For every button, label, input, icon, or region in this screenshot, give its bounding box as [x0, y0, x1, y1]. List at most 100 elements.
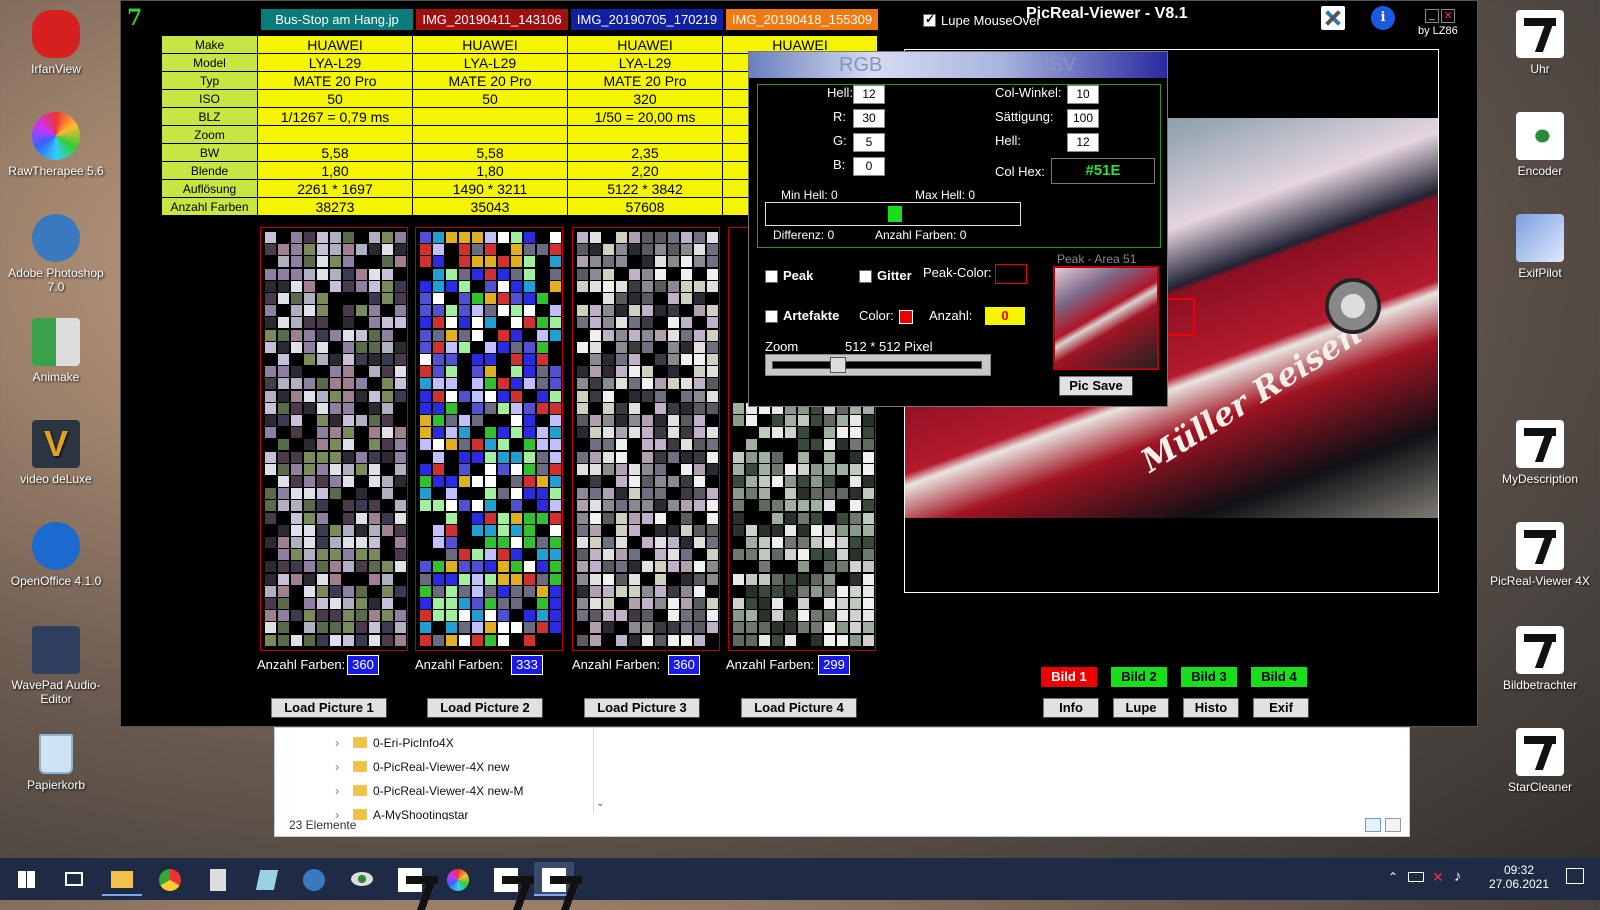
taskbar-chrome[interactable]	[150, 862, 190, 896]
taskbar-photoshop[interactable]	[294, 862, 334, 896]
desktop-icon-wavepad[interactable]: WavePad Audio-Editor	[6, 626, 106, 706]
bild-1-button[interactable]: Bild 1	[1041, 667, 1097, 687]
palette-swatch	[420, 476, 431, 487]
peak-color-label: Peak-Color:	[923, 265, 992, 280]
start-button[interactable]	[8, 862, 48, 896]
color-palette-3[interactable]	[572, 227, 720, 651]
palette-swatch	[590, 415, 601, 426]
zoom-slider-thumb[interactable]	[830, 357, 846, 373]
color-palette-2[interactable]	[415, 227, 563, 651]
histo-button[interactable]: Histo	[1183, 698, 1239, 718]
folder-item[interactable]: › 0-PicReal-Viewer-4X new	[335, 760, 510, 774]
palette-swatch	[330, 488, 341, 500]
taskbar-notes[interactable]	[246, 862, 286, 896]
bild-3-button[interactable]: Bild 3	[1181, 667, 1237, 687]
load-picture-1-button[interactable]: Load Picture 1	[271, 698, 387, 718]
gitter-checkbox[interactable]	[859, 270, 872, 283]
desktop-icon-photoshop[interactable]: Adobe Photoshop 7.0	[6, 214, 106, 294]
desktop-icon-exifpilot[interactable]: ExifPilot	[1490, 214, 1590, 280]
desktop-icon-mydescription[interactable]: MyDescription	[1490, 420, 1590, 486]
folder-icon	[111, 871, 133, 888]
bild-4-button[interactable]: Bild 4	[1251, 667, 1307, 687]
desktop-icon-openoffice[interactable]: OpenOffice 4.1.0	[6, 522, 106, 588]
palette-swatch	[420, 561, 431, 573]
load-picture-3-button[interactable]: Load Picture 3	[584, 698, 700, 718]
encoder-icon	[1516, 112, 1564, 160]
palette-swatch	[278, 378, 289, 390]
taskbar-picreal-1[interactable]	[390, 862, 438, 896]
network-disconnected-icon[interactable]: ✕	[1432, 869, 1444, 886]
palette-swatch	[472, 610, 483, 622]
battery-icon[interactable]	[1408, 872, 1424, 882]
info-icon[interactable]: i	[1371, 6, 1395, 30]
palette-swatch	[433, 439, 444, 451]
palette-swatch	[577, 537, 588, 548]
task-view-button[interactable]	[54, 862, 94, 896]
tiles-view-icon[interactable]	[1385, 818, 1401, 832]
palette-swatch	[485, 280, 496, 292]
palette-swatch	[655, 524, 666, 536]
palette-swatch	[472, 378, 483, 390]
artefakte-color-swatch[interactable]	[899, 310, 913, 324]
folder-item[interactable]: › 0-Eri-PicInfo4X	[335, 736, 454, 750]
info-button[interactable]: Info	[1043, 698, 1099, 718]
explorer-scrollbar[interactable]: ⌄	[593, 728, 605, 814]
palette-swatch	[278, 402, 289, 414]
zoom-slider[interactable]	[765, 354, 991, 376]
taskbar-explorer[interactable]	[102, 862, 142, 896]
palette-swatch	[707, 402, 718, 414]
bild-2-button[interactable]: Bild 2	[1111, 667, 1167, 687]
desktop-icon-papierkorb[interactable]: Papierkorb	[6, 734, 106, 792]
details-view-icon[interactable]	[1365, 818, 1381, 832]
palette-swatch	[420, 610, 431, 622]
palette-swatch	[863, 598, 874, 609]
desktop-icon-irfanview[interactable]: IrfanView	[6, 10, 106, 76]
artefakte-checkbox[interactable]	[765, 310, 778, 323]
palette-swatch	[278, 573, 289, 585]
palette-swatch	[694, 610, 705, 622]
palette-swatch	[577, 280, 588, 292]
desktop-icon-uhr[interactable]: Uhr	[1490, 10, 1590, 76]
taskbar-picreal-2[interactable]	[486, 862, 534, 896]
tab-img-20190705[interactable]: IMG_20190705_170219	[571, 9, 723, 30]
palette-swatch	[369, 439, 380, 451]
clock[interactable]: 09:32 27.06.2021	[1484, 863, 1554, 891]
taskbar-encoder[interactable]	[342, 862, 382, 896]
color-palette-1[interactable]	[260, 227, 408, 651]
tab-bus-stop[interactable]: Bus-Stop am Hang.jp	[261, 9, 413, 30]
desktop-icon-starcleaner[interactable]: StarCleaner	[1490, 728, 1590, 794]
tab-img-20190418[interactable]: IMG_20190418_155309	[726, 9, 878, 30]
palette-swatch	[668, 293, 679, 304]
desktop-icon-encoder[interactable]: Encoder	[1490, 112, 1590, 178]
load-picture-2-button[interactable]: Load Picture 2	[427, 698, 543, 718]
desktop-icon-rawtherapee[interactable]: RawTherapee 5.6	[6, 112, 106, 178]
palette-swatch	[278, 500, 289, 512]
volume-icon[interactable]: ♪	[1454, 868, 1462, 885]
peak-color-swatch[interactable]	[995, 264, 1027, 284]
tray-chevron-up-icon[interactable]: ⌃	[1388, 870, 1398, 884]
pic-save-button[interactable]: Pic Save	[1059, 376, 1133, 396]
folder-item[interactable]: › 0-PicReal-Viewer-4X new-M	[335, 784, 524, 798]
peak-checkbox[interactable]	[765, 270, 778, 283]
palette-swatch	[590, 378, 601, 390]
desktop-icon-animake[interactable]: Animake	[6, 318, 106, 384]
taskbar-picreal-active[interactable]	[534, 862, 582, 896]
notification-icon[interactable]	[1566, 868, 1584, 884]
palette-swatch	[577, 463, 588, 475]
palette-swatch	[265, 232, 276, 243]
load-picture-4-button[interactable]: Load Picture 4	[741, 698, 857, 718]
palette-swatch	[278, 549, 289, 561]
desktop-icon-picreal-viewer[interactable]: PicReal-Viewer 4X	[1490, 522, 1590, 588]
exif-button[interactable]: Exif	[1253, 698, 1309, 718]
desktop-icon-video-deluxe[interactable]: Vvideo deLuxe	[6, 420, 106, 486]
taskbar-calculator[interactable]	[198, 862, 238, 896]
desktop-icon-bildbetrachter[interactable]: Bildbetrachter	[1490, 626, 1590, 692]
close-icon[interactable]: ✕	[1441, 9, 1455, 23]
lupe-button[interactable]: Lupe	[1113, 698, 1169, 718]
lupe-mouseover-checkbox[interactable]: ✓	[923, 12, 936, 27]
tools-icon[interactable]	[1321, 6, 1345, 30]
minimize-icon[interactable]: _	[1425, 9, 1439, 23]
taskbar-rawtherapee[interactable]	[438, 862, 478, 896]
tab-img-20190411[interactable]: IMG_20190411_143106	[416, 9, 568, 30]
palette-swatch	[330, 451, 341, 463]
